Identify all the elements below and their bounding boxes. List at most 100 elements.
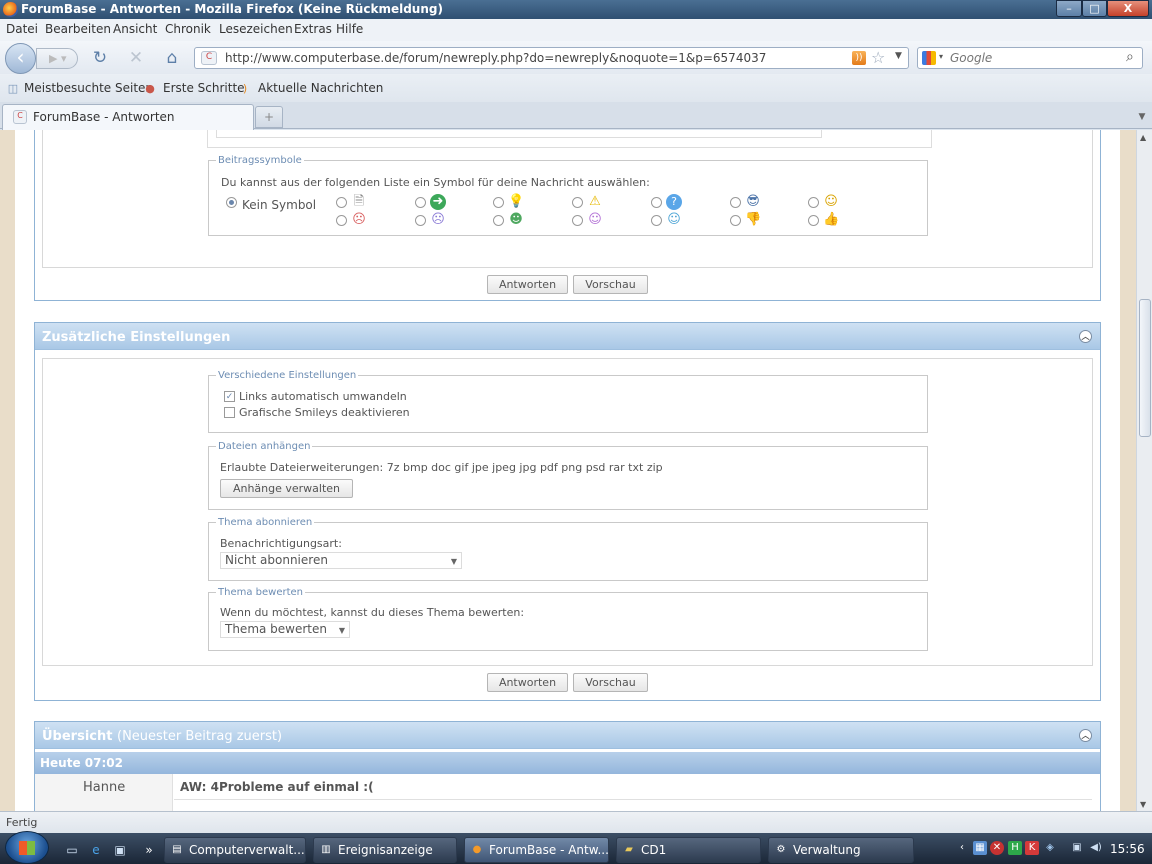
icon-radio-grin[interactable] [493,215,504,226]
new-tab-button[interactable]: + [255,106,283,128]
task-label: Computerverwalt... [189,843,305,857]
task-cd1[interactable]: ▰ CD1 [616,837,761,863]
url-text[interactable]: http://www.computerbase.de/forum/newrepl… [225,51,766,65]
scroll-thumb[interactable] [1139,299,1151,437]
no-icon-radio[interactable] [226,197,237,208]
collapse-icon[interactable]: ︿ [1079,729,1092,742]
menu-bearbeiten[interactable]: Bearbeiten [45,22,111,36]
icon-radio-smile[interactable] [808,197,819,208]
tray-network-app-icon[interactable]: ▦ [973,841,987,855]
menu-bar: Datei Bearbeiten Ansicht Chronik Lesezei… [0,19,1152,41]
show-desktop-icon[interactable]: ▭ [64,842,80,858]
preview-button[interactable]: Vorschau [573,275,648,294]
icon-radio-laugh[interactable] [572,215,583,226]
notification-type-select[interactable]: Nicht abonnieren ▼ [220,552,462,569]
icon-radio-page[interactable] [336,197,347,208]
reply-button[interactable]: Antworten [487,275,568,294]
scroll-down-icon[interactable]: ▼ [1140,800,1146,809]
menu-chronik[interactable]: Chronik [165,22,211,36]
quicklaunch-overflow-icon[interactable]: » [141,842,157,858]
menu-hilfe[interactable]: Hilfe [336,22,363,36]
warning-icon: ⚠ [589,194,601,209]
bookmark-latest-news[interactable]: Aktuelle Nachrichten [258,81,383,95]
google-engine-icon[interactable] [922,51,936,65]
engine-dropdown-icon[interactable]: ▾ [939,52,943,61]
tab-forumbase[interactable]: C ForumBase - Antworten [2,104,254,130]
task-forumbase[interactable]: ● ForumBase - Antw... [464,837,609,863]
quicklaunch-app-icon[interactable]: ▣ [112,842,128,858]
task-verwaltung[interactable]: ⚙ Verwaltung [768,837,914,863]
status-bar: Fertig [0,811,1152,833]
tab-list-icon[interactable]: ▼ [1134,106,1150,128]
page: Beitragssymbole Du kannst aus der folgen… [15,130,1120,811]
dropdown-arrow-icon: ▼ [338,626,345,635]
menu-lesezeichen[interactable]: Lesezeichen [219,22,293,36]
preview-button-2[interactable]: Vorschau [573,673,648,692]
url-history-dropdown-icon[interactable]: ▼ [895,51,902,61]
sad-icon: ☹ [431,212,445,227]
rate-legend: Thema bewerten [218,587,303,598]
url-bar[interactable]: C http://www.computerbase.de/forum/newre… [194,47,909,69]
icon-radio-angry[interactable] [336,215,347,226]
post-author[interactable]: Hanne [83,780,125,795]
links-auto-checkbox[interactable]: ✓ [224,391,235,402]
laugh-icon: ☺ [588,212,602,227]
bookmark-getting-started[interactable]: Erste Schritte [163,81,245,95]
forward-button[interactable]: ▶ ▾ [36,48,78,69]
icon-radio-wink[interactable] [651,215,662,226]
stop-icon[interactable]: ✕ [126,48,146,68]
search-bar[interactable]: ▾ ⌕ [917,47,1143,69]
icon-radio-thumbs-up[interactable] [808,215,819,226]
tray-security-icon[interactable]: ✕ [990,841,1004,855]
rss-feed-icon[interactable]: )) [852,51,866,65]
tray-volume-icon[interactable]: ◀) [1089,841,1103,855]
rss-bookmark-icon: ) [242,82,248,95]
firefox-icon: ● [472,844,482,855]
minimize-button[interactable]: – [1056,0,1082,17]
icon-radio-sad[interactable] [415,215,426,226]
tray-k-icon[interactable]: K [1025,841,1039,855]
start-button[interactable] [5,831,49,864]
overview-title: Übersicht [42,729,113,744]
bookmark-most-visited[interactable]: Meistbesuchte Seiten [24,81,153,95]
internet-explorer-icon[interactable]: e [88,842,104,858]
reply-panel: Beitragssymbole Du kannst aus der folgen… [34,130,1101,301]
tray-h-icon[interactable]: H [1008,841,1022,855]
menu-ansicht[interactable]: Ansicht [113,22,157,36]
rate-thread-select[interactable]: Thema bewerten ▼ [220,621,350,638]
bookmark-star-icon[interactable]: ☆ [871,48,885,67]
tray-expand-icon[interactable]: ‹ [955,841,969,855]
task-ereignisanzeige[interactable]: ▥ Ereignisanzeige [313,837,457,863]
tray-network-icon[interactable]: ▣ [1070,841,1084,855]
icon-radio-lightbulb[interactable] [493,197,504,208]
manage-attachments-button[interactable]: Anhänge verwalten [220,479,353,498]
disable-smileys-checkbox[interactable] [224,407,235,418]
search-input[interactable] [950,50,1120,66]
tray-shield-icon[interactable]: ◈ [1043,841,1057,855]
arrow-icon: ➜ [430,194,446,210]
editor-frame [207,130,932,148]
icon-radio-question[interactable] [651,197,662,208]
back-button[interactable]: ‹ [5,43,36,74]
icon-radio-arrow[interactable] [415,197,426,208]
task-computerverwaltung[interactable]: ▤ Computerverwalt... [164,837,306,863]
vertical-scrollbar[interactable]: ▲ ▼ [1136,130,1152,811]
close-button[interactable]: X [1107,0,1149,17]
reload-icon[interactable]: ↻ [90,48,110,68]
thumbs-down-icon: 👎 [745,212,762,227]
scroll-up-icon[interactable]: ▲ [1140,133,1146,142]
maximize-button[interactable]: □ [1082,0,1107,17]
message-editor[interactable] [216,130,822,138]
search-icon[interactable]: ⌕ [1126,49,1134,65]
tab-favicon-icon: C [13,110,27,124]
menu-extras[interactable]: Extras [294,22,332,36]
reply-button-2[interactable]: Antworten [487,673,568,692]
collapse-icon[interactable]: ︿ [1079,330,1092,343]
menu-datei[interactable]: Datei [6,22,38,36]
icon-radio-thumbs-down[interactable] [730,215,741,226]
home-icon[interactable]: ⌂ [162,48,182,68]
icon-radio-warning[interactable] [572,197,583,208]
clock[interactable]: 15:56 [1110,842,1145,856]
angry-icon: ☹ [352,212,366,227]
icon-radio-cool[interactable] [730,197,741,208]
